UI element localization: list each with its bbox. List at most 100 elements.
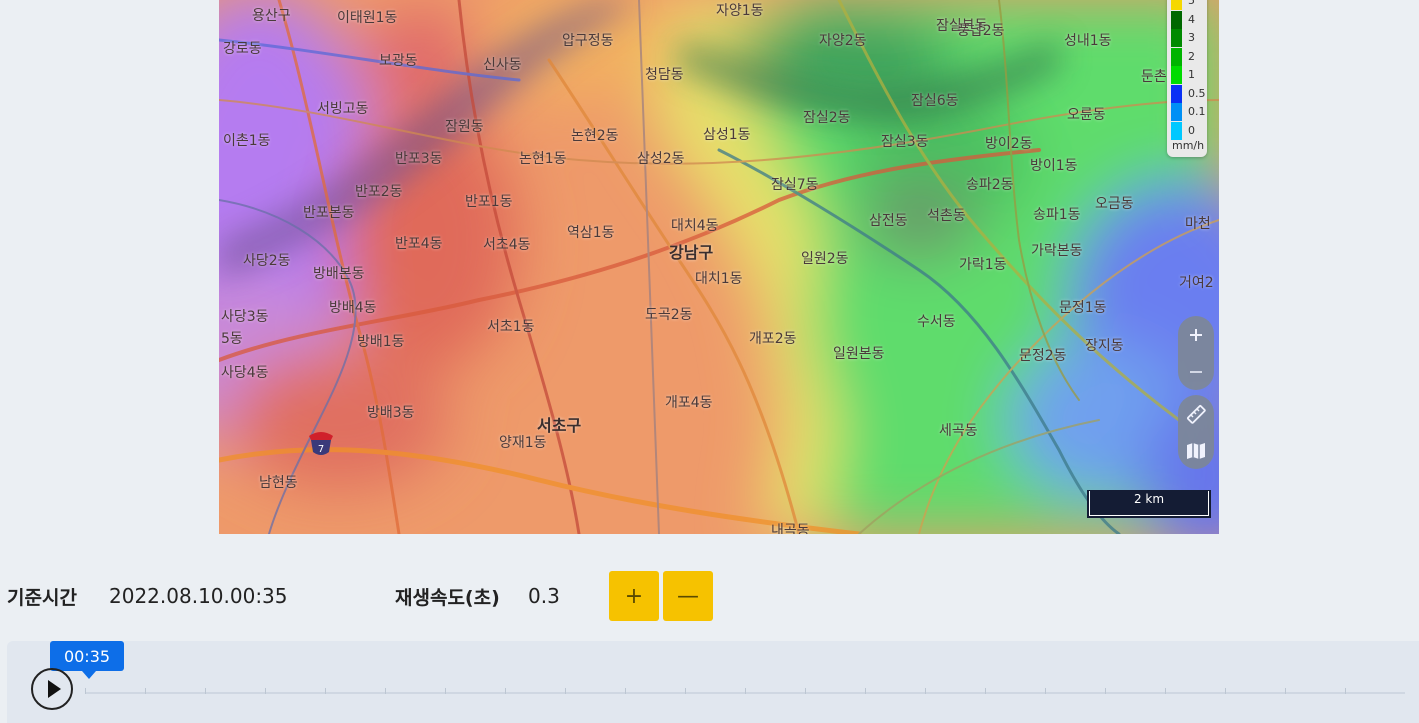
place-label-samseong2: 삼성2동 — [637, 151, 685, 167]
expressway-7-shield-icon: 7 — [309, 432, 333, 455]
legend-unit: mm/h — [1172, 139, 1205, 152]
place-label-sadang4: 사당4동 — [221, 365, 269, 381]
radar-map[interactable]: 용산구 이태원1동 자양1동 강로동 보광동 신사동 압구정동 자양2동 잠실본동 풍납2동 성내1… — [219, 0, 1219, 534]
place-label-jamsil6: 잠실6동 — [911, 93, 959, 109]
place-label-seocho4: 서초4동 — [483, 237, 531, 253]
place-label-irwonbon: 일원본동 — [833, 346, 885, 362]
place-label-songpa1: 송파1동 — [1033, 207, 1081, 223]
place-label-segok: 세곡동 — [939, 423, 978, 439]
place-label-bangbae1: 방배1동 — [357, 334, 405, 350]
legend-row: 2 — [1171, 47, 1207, 66]
place-label-sinsa: 신사동 — [483, 57, 522, 73]
current-time-bubble: 00:35 — [50, 641, 124, 679]
map-scale-bar: 2 km — [1087, 490, 1211, 518]
place-label-sadang5: 5동 — [221, 331, 243, 347]
legend-label: 3 — [1188, 31, 1195, 44]
place-label-songpa2: 송파2동 — [966, 177, 1014, 193]
place-label-jangji: 장지동 — [1085, 338, 1124, 354]
speed-down-label: — — [677, 583, 699, 609]
place-label-bangi1: 방이1동 — [1030, 158, 1078, 174]
timeline-tick — [1165, 688, 1225, 694]
place-label-jayang: 자양1동 — [716, 3, 764, 19]
legend-row: 1 — [1171, 66, 1207, 84]
place-label-cheongdam: 청담동 — [645, 67, 684, 83]
place-label-sadang3: 사당3동 — [221, 309, 269, 325]
place-label-jamsil3: 잠실3동 — [881, 134, 929, 150]
legend-swatch — [1171, 103, 1182, 121]
place-label-jayang2: 자양2동 — [819, 33, 867, 49]
timeline-tick — [985, 688, 1045, 694]
ruler-icon — [1187, 404, 1206, 424]
legend-swatch — [1171, 121, 1182, 140]
legend-swatch — [1171, 66, 1182, 84]
timeline-tick — [1045, 688, 1105, 694]
timeline-tick — [925, 688, 985, 694]
place-label-seobinggo: 서빙고동 — [317, 101, 369, 117]
timeline-tick — [385, 688, 445, 694]
place-label-suseo: 수서동 — [917, 314, 956, 330]
place-label-banpobon: 반포본동 — [303, 205, 355, 221]
timeline-tick — [565, 688, 625, 694]
timeline-slider[interactable] — [85, 688, 1407, 694]
plus-icon — [1190, 328, 1202, 341]
place-label-oryun: 오륜동 — [1067, 107, 1106, 123]
scale-label: 2 km — [1133, 492, 1165, 506]
legend-row: 0 — [1171, 121, 1207, 140]
legend-swatch — [1171, 10, 1182, 29]
place-label-banpo4: 반포4동 — [395, 236, 443, 252]
place-label-yangjae1: 양재1동 — [499, 435, 547, 451]
legend-label: 4 — [1188, 12, 1195, 26]
zoom-out-button[interactable] — [1178, 354, 1214, 390]
place-label-naegok: 내곡동 — [771, 523, 810, 534]
legend-row: 5 — [1171, 0, 1207, 10]
timeline-tick — [205, 688, 265, 694]
rainfall-legend: 5 4 3 2 1 0.5 0.1 0 mm/h — [1167, 0, 1207, 157]
place-label-daechi1: 대치1동 — [695, 271, 743, 287]
place-label-banpo2: 반포2동 — [355, 184, 403, 200]
timeline-panel: 00:35 — [7, 641, 1419, 723]
place-label-banpo3: 반포3동 — [395, 151, 443, 167]
timeline-tick — [145, 688, 205, 694]
speed-up-label: + — [624, 583, 644, 609]
time-label: 기준시간 — [7, 587, 77, 609]
place-label-gaepo4: 개포4동 — [665, 395, 713, 411]
legend-label: 2 — [1188, 49, 1195, 63]
place-label-ogeum: 오금동 — [1095, 196, 1134, 212]
speed-up-button[interactable]: + — [609, 571, 659, 621]
timeline-tick — [805, 688, 865, 694]
place-label-garak: 가락1동 — [959, 257, 1007, 273]
play-button[interactable] — [31, 668, 73, 710]
zoom-in-button[interactable] — [1178, 317, 1214, 353]
legend-swatch — [1171, 84, 1182, 103]
place-label-samseong1: 삼성1동 — [703, 127, 751, 143]
place-label-gaepo2: 개포2동 — [749, 331, 797, 347]
place-label-jamwon: 잠원동 — [445, 119, 484, 135]
legend-row: 4 — [1171, 10, 1207, 29]
minus-icon — [1190, 370, 1202, 373]
place-label-pungnap: 풍납2동 — [957, 23, 1005, 39]
place-label-seokchon: 석촌동 — [927, 208, 966, 224]
place-label-gangnamgu: 강남구 — [669, 243, 714, 262]
timeline-tick — [325, 688, 385, 694]
timeline-tick — [745, 688, 805, 694]
place-label-daechi4: 대치4동 — [671, 218, 719, 234]
legend-row: 0.5 — [1171, 84, 1207, 103]
place-label-nonhyeon2: 논현2동 — [571, 128, 619, 144]
place-label-irwon2: 일원2동 — [801, 251, 849, 267]
place-label-gangnae: 강로동 — [223, 41, 262, 57]
timeline-tick — [265, 688, 325, 694]
timeline-tick — [1105, 688, 1165, 694]
place-label-yeoksam1: 역삼1동 — [567, 225, 615, 241]
timeline-tick — [625, 688, 685, 694]
legend-swatch — [1171, 0, 1182, 10]
measure-button[interactable] — [1178, 396, 1214, 432]
map-layers-button[interactable] — [1178, 433, 1214, 469]
place-label-munjeong2: 문정2동 — [1019, 348, 1067, 364]
place-label-bangbaebon: 방배본동 — [313, 266, 365, 282]
speed-down-button[interactable]: — — [663, 571, 713, 621]
place-label-nonhyeon1: 논현1동 — [519, 151, 567, 167]
place-label-sadang2: 사당2동 — [243, 253, 291, 269]
place-label-yongsan: 용산구 — [252, 8, 291, 24]
place-label-dunchon: 둔촌 — [1141, 69, 1167, 85]
place-label-bangi2: 방이2동 — [985, 136, 1033, 152]
